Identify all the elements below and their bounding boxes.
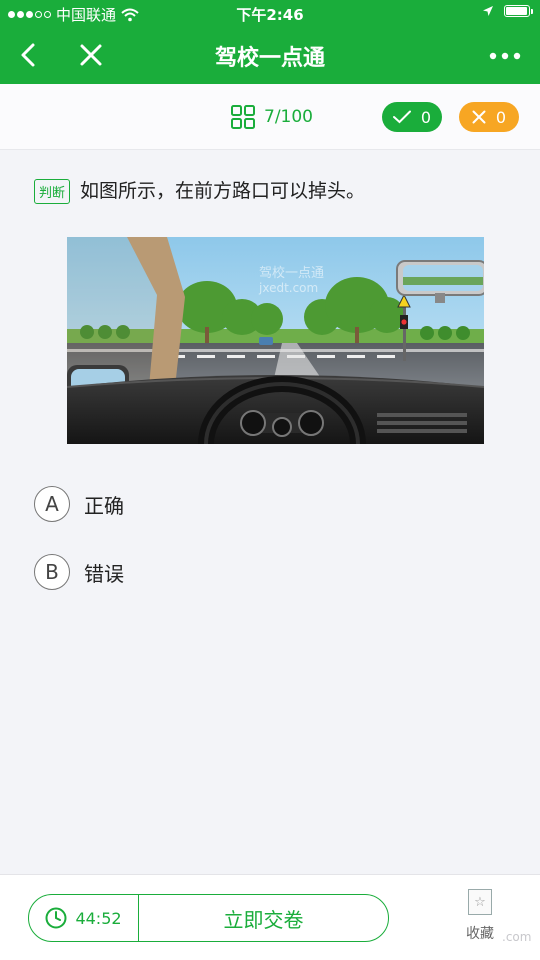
nav-bar: 驾校一点通 [0, 28, 540, 84]
cross-icon [472, 110, 486, 124]
progress-text: 7/100 [264, 107, 313, 127]
option-letter: A [34, 486, 70, 522]
status-right [482, 5, 533, 17]
check-icon [392, 110, 411, 124]
battery-icon [504, 5, 533, 17]
answer-toolbar: 7/100 0 0 [0, 84, 540, 150]
favorite-button[interactable]: ☆ 收藏 [462, 889, 498, 943]
question-block: 判断 如图所示，在前方路口可以掉头。 [34, 177, 504, 205]
correct-count-badge: 0 [382, 102, 442, 132]
option-letter: B [34, 554, 70, 590]
location-arrow-icon [483, 6, 493, 16]
battery-level [506, 7, 527, 15]
svg-text:驾校一点通: 驾校一点通 [259, 265, 324, 281]
status-bar: 中国联通 下午2:46 [0, 0, 540, 28]
grid-icon [231, 105, 255, 129]
page-title: 驾校一点通 [214, 46, 325, 71]
favorite-label: 收藏 [466, 926, 494, 942]
bottom-bar: 44:52 立即交卷 ☆ 收藏 [0, 874, 540, 960]
clock-icon [45, 907, 67, 929]
timer-text: 44:52 [75, 908, 122, 928]
option-a[interactable]: A 正确 [34, 486, 124, 522]
option-label: 正确 [84, 493, 124, 518]
question-text: 如图所示，在前方路口可以掉头。 [80, 180, 366, 202]
wrong-count-badge: 0 [459, 102, 519, 132]
submit-exam-button[interactable]: 立即交卷 [139, 895, 388, 941]
wrong-count: 0 [495, 107, 507, 127]
more-dots-icon[interactable] [488, 46, 522, 66]
star-icon: ☆ [468, 889, 492, 915]
status-time: 下午2:46 [236, 6, 304, 24]
question-progress[interactable]: 7/100 [230, 104, 313, 130]
correct-count: 0 [420, 107, 432, 127]
submit-group: 44:52 立即交卷 [28, 894, 389, 942]
option-b[interactable]: B 错误 [34, 554, 124, 590]
countdown-timer: 44:52 [29, 895, 139, 941]
question-image: 驾校一点通 jxedt.com [67, 237, 484, 444]
option-label: 错误 [84, 561, 124, 586]
watermark-text: .com [502, 930, 532, 944]
svg-text:jxedt.com: jxedt.com [258, 281, 318, 295]
question-type-tag: 判断 [34, 179, 71, 204]
